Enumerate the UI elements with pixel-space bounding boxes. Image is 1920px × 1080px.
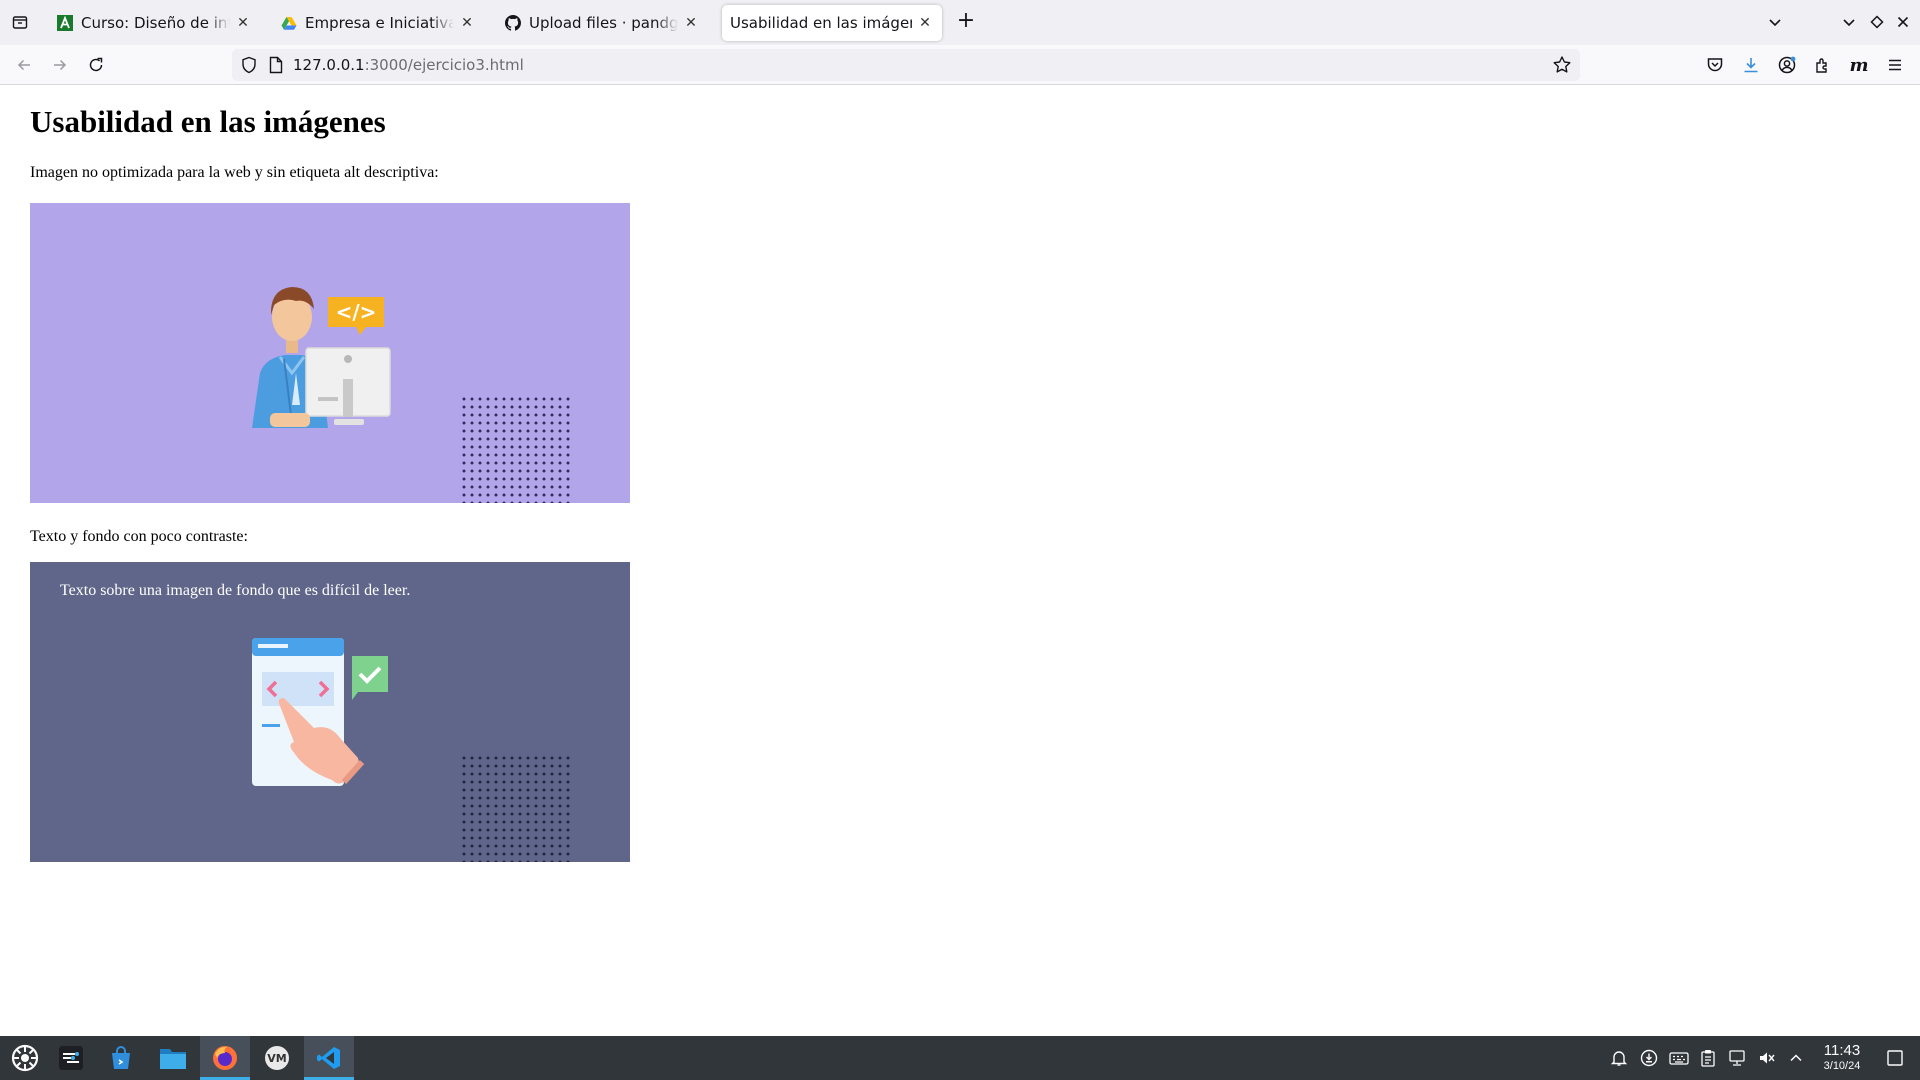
forward-icon[interactable] xyxy=(48,53,72,77)
url-text[interactable]: 127.0.0.1:3000/ejercicio3.html xyxy=(293,56,524,74)
keyboard-layout-icon[interactable] xyxy=(1668,1047,1690,1069)
volume-muted-icon[interactable] xyxy=(1756,1047,1778,1069)
clipboard-icon[interactable] xyxy=(1697,1047,1719,1069)
list-all-tabs-icon[interactable] xyxy=(1764,11,1786,33)
account-icon[interactable] xyxy=(1775,53,1799,77)
downloads-icon[interactable] xyxy=(1739,53,1763,77)
tab-empresa[interactable]: Empresa e Iniciativa Emprendedora ✕ xyxy=(272,5,484,41)
url-path: :3000/ejercicio3.html xyxy=(364,56,524,74)
paragraph-unoptimized-image: Imagen no optimizada para la web y sin e… xyxy=(30,164,439,181)
file-manager-icon[interactable] xyxy=(148,1036,198,1080)
network-wired-icon[interactable] xyxy=(1726,1047,1748,1069)
low-contrast-overlay-text: Texto sobre una imagen de fondo que es d… xyxy=(60,582,411,599)
developer-illustration-image: </> xyxy=(30,203,630,503)
page-title: Usabilidad en las imágenes xyxy=(30,104,386,139)
tab-title: Upload files · pandgri/Usabilidad xyxy=(529,14,678,32)
tab-close-icon[interactable]: ✕ xyxy=(458,14,476,32)
maximize-icon[interactable] xyxy=(1866,11,1888,33)
hamburger-menu-icon[interactable] xyxy=(1883,53,1907,77)
low-contrast-illustration-image: Texto sobre una imagen de fondo que es d… xyxy=(30,562,630,862)
page-content: Usabilidad en las imágenes Imagen no opt… xyxy=(0,86,1920,1036)
tab-close-icon[interactable]: ✕ xyxy=(234,14,252,32)
vscode-icon[interactable] xyxy=(304,1036,354,1080)
show-desktop-icon[interactable] xyxy=(1884,1047,1906,1069)
tab-close-icon[interactable]: ✕ xyxy=(682,14,700,32)
tab-close-icon[interactable]: ✕ xyxy=(916,14,934,32)
touch-screen-illustration-icon xyxy=(252,638,388,786)
extensions-icon[interactable] xyxy=(1811,53,1835,77)
tab-github[interactable]: Upload files · pandgri/Usabilidad ✕ xyxy=(496,5,708,41)
developer-illustration-icon: </> xyxy=(252,287,391,428)
paragraph-low-contrast: Texto y fondo con poco contraste: xyxy=(30,528,248,545)
digital-clock[interactable]: 11:43 3/10/24 xyxy=(1810,1042,1874,1073)
tab-usabilidad[interactable]: Usabilidad en las imágenes ✕ xyxy=(722,5,942,41)
tab-title: Curso: Diseño de interfaces xyxy=(81,14,230,32)
dot-pattern xyxy=(460,395,572,503)
firefox-view-button[interactable] xyxy=(8,10,32,34)
url-bar[interactable]: 127.0.0.1:3000/ejercicio3.html xyxy=(232,49,1580,81)
url-host: 127.0.0.1 xyxy=(293,56,365,74)
minimize-icon[interactable] xyxy=(1838,11,1860,33)
firefox-taskbar-icon[interactable] xyxy=(200,1036,250,1080)
svg-text:</>: </> xyxy=(336,300,377,324)
a-letter-icon xyxy=(56,14,74,32)
firefox-view-icon xyxy=(12,16,28,29)
dot-pattern xyxy=(460,754,572,862)
vm-app-icon[interactable]: VM xyxy=(252,1036,302,1080)
svg-text:VM: VM xyxy=(267,1052,286,1065)
google-drive-icon xyxy=(280,14,298,32)
page-info-icon[interactable] xyxy=(268,56,284,74)
reload-icon[interactable] xyxy=(84,53,108,77)
clock-date: 3/10/24 xyxy=(1823,1060,1861,1072)
discover-store-icon[interactable] xyxy=(96,1036,146,1080)
bookmark-star-icon[interactable] xyxy=(1552,55,1572,75)
tab-bar: Curso: Diseño de interfaces ✕ Empresa e … xyxy=(0,0,1920,45)
navigation-toolbar: 127.0.0.1:3000/ejercicio3.html m xyxy=(0,45,1920,85)
clock-time: 11:43 xyxy=(1823,1042,1861,1059)
tab-title: Empresa e Iniciativa Emprendedora xyxy=(305,14,454,32)
close-window-icon[interactable] xyxy=(1892,11,1914,33)
pocket-icon[interactable] xyxy=(1703,53,1727,77)
show-hidden-icons-chevron-up-icon[interactable] xyxy=(1785,1047,1807,1069)
tracking-protection-shield-icon[interactable] xyxy=(240,56,258,74)
taskbar: VM 11:43 3/10/24 xyxy=(0,1036,1920,1080)
extension-m-icon[interactable]: m xyxy=(1847,53,1871,77)
notifications-bell-icon[interactable] xyxy=(1608,1047,1630,1069)
update-notifier-icon[interactable] xyxy=(1638,1047,1660,1069)
tab-title: Usabilidad en las imágenes xyxy=(730,14,912,32)
new-tab-button[interactable]: + xyxy=(954,10,978,34)
back-icon[interactable] xyxy=(12,53,36,77)
system-settings-icon[interactable] xyxy=(46,1036,96,1080)
tab-curso[interactable]: Curso: Diseño de interfaces ✕ xyxy=(48,5,260,41)
github-icon xyxy=(504,14,522,32)
application-launcher-icon[interactable] xyxy=(0,1036,50,1080)
